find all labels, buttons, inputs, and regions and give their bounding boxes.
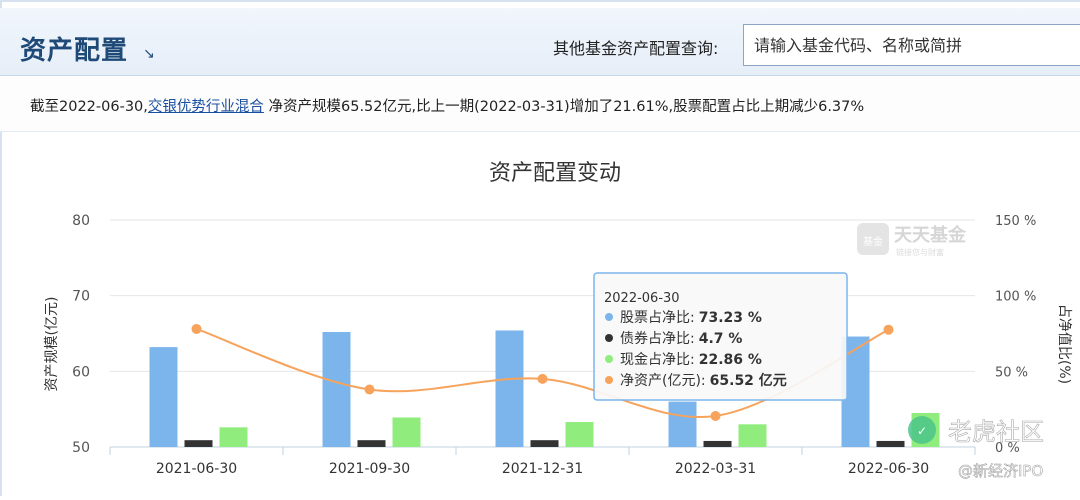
tooltip-row-name: 债券占净比: 4.7 % (620, 331, 742, 347)
x-tick-label: 2021-06-30 (156, 461, 237, 477)
left-tick-label: 50 (72, 440, 90, 456)
left-tick-label: 70 (72, 289, 90, 305)
x-tick-label: 2022-06-30 (848, 461, 929, 477)
summary-prefix: 截至2022-06-30, (30, 99, 148, 115)
watermark-main: 老虎社区 (948, 418, 1044, 446)
bar-stock (668, 401, 697, 447)
bar-bond (530, 440, 559, 447)
tooltip-row-value: 4.7 % (699, 331, 743, 347)
left-tick-label: 80 (72, 213, 90, 229)
bar-stock (322, 331, 351, 447)
net-asset-point[interactable] (883, 324, 894, 335)
bar-bond (184, 440, 213, 447)
net-asset-point[interactable] (191, 323, 202, 334)
x-tick-label: 2021-12-31 (502, 461, 583, 477)
page-title: 资产配置 (20, 36, 129, 66)
tooltip-row-name: 净资产(亿元): 65.52 亿元 (620, 372, 787, 389)
tooltip-row-name: 现金占净比: 22.86 % (620, 352, 762, 368)
fund-search-input[interactable] (743, 24, 1080, 66)
right-tick-label: 150 % (995, 214, 1036, 229)
logo-sub-text: 链接您与财富 (896, 247, 944, 257)
x-tick-label: 2022-03-31 (675, 461, 756, 477)
summary-text: 截至2022-06-30,交银优势行业混合 净资产规模65.52亿元,比上一期(… (30, 95, 864, 116)
bar-cash (565, 422, 594, 447)
bar-cash (738, 424, 767, 447)
logo-main-text: 天天基金 (894, 224, 967, 246)
left-axis-label: 资产规模(亿元) (44, 297, 60, 392)
summary-suffix: 净资产规模65.52亿元,比上一期(2022-03-31)增加了21.61%,股… (263, 99, 865, 115)
asset-allocation-header: 资产配置 ↘ 其他基金资产配置查询: (0, 8, 1080, 76)
watermark-sub: @新经济IPO (958, 462, 1043, 480)
chart-svg: 资产配置变动 基金 天天基金 链接您与财富 506070800 %50 %100… (44, 161, 1072, 480)
tooltip-dot (605, 376, 613, 384)
tooltip-dot (605, 334, 613, 342)
svg-text:✓: ✓ (917, 424, 927, 438)
tooltip-dot (605, 313, 613, 321)
net-asset-point[interactable] (364, 384, 375, 395)
net-asset-point[interactable] (710, 410, 721, 421)
chart-title: 资产配置变动 (489, 161, 621, 186)
bar-bond (876, 440, 905, 447)
tooltip-title: 2022-06-30 (604, 291, 680, 306)
fund-link[interactable]: 交银优势行业混合 (148, 99, 264, 115)
bar-cash (392, 417, 421, 447)
right-tick-label: 50 % (995, 365, 1028, 380)
tooltip-row-value: 73.23 % (699, 310, 762, 326)
bar-cash (219, 427, 248, 447)
tooltip-dot (605, 355, 613, 363)
expand-arrow-icon[interactable]: ↘ (143, 46, 155, 62)
bar-bond (357, 440, 386, 447)
bar-stock (149, 347, 178, 447)
logo-badge-text: 基金 (863, 235, 883, 248)
tooltip-row-value: 22.86 % (699, 352, 762, 368)
left-tick-label: 60 (72, 364, 90, 380)
summary-bar: 截至2022-06-30,交银优势行业混合 净资产规模65.52亿元,比上一期(… (0, 76, 1080, 132)
right-tick-label: 100 % (995, 290, 1036, 305)
right-axis-label: 占净值比(%) (1056, 304, 1072, 384)
x-tick-label: 2021-09-30 (329, 461, 410, 477)
query-label: 其他基金资产配置查询: (553, 39, 719, 58)
bar-stock (495, 330, 524, 447)
net-asset-point[interactable] (537, 373, 548, 384)
tooltip-row-name: 股票占净比: 73.23 % (620, 310, 762, 326)
asset-allocation-chart: 资产配置变动 基金 天天基金 链接您与财富 50 60 70 80 0 % 50 % 100… (0, 132, 1080, 496)
bar-bond (703, 440, 732, 447)
chart-tooltip: 2022-06-30 股票占净比: 73.23 % 债券占净比: 4.7 % 现金占净比… (593, 272, 848, 401)
tooltip-row-value: 65.52 亿元 (710, 372, 787, 389)
tiantian-fund-logo: 基金 天天基金 链接您与财富 (857, 223, 967, 257)
